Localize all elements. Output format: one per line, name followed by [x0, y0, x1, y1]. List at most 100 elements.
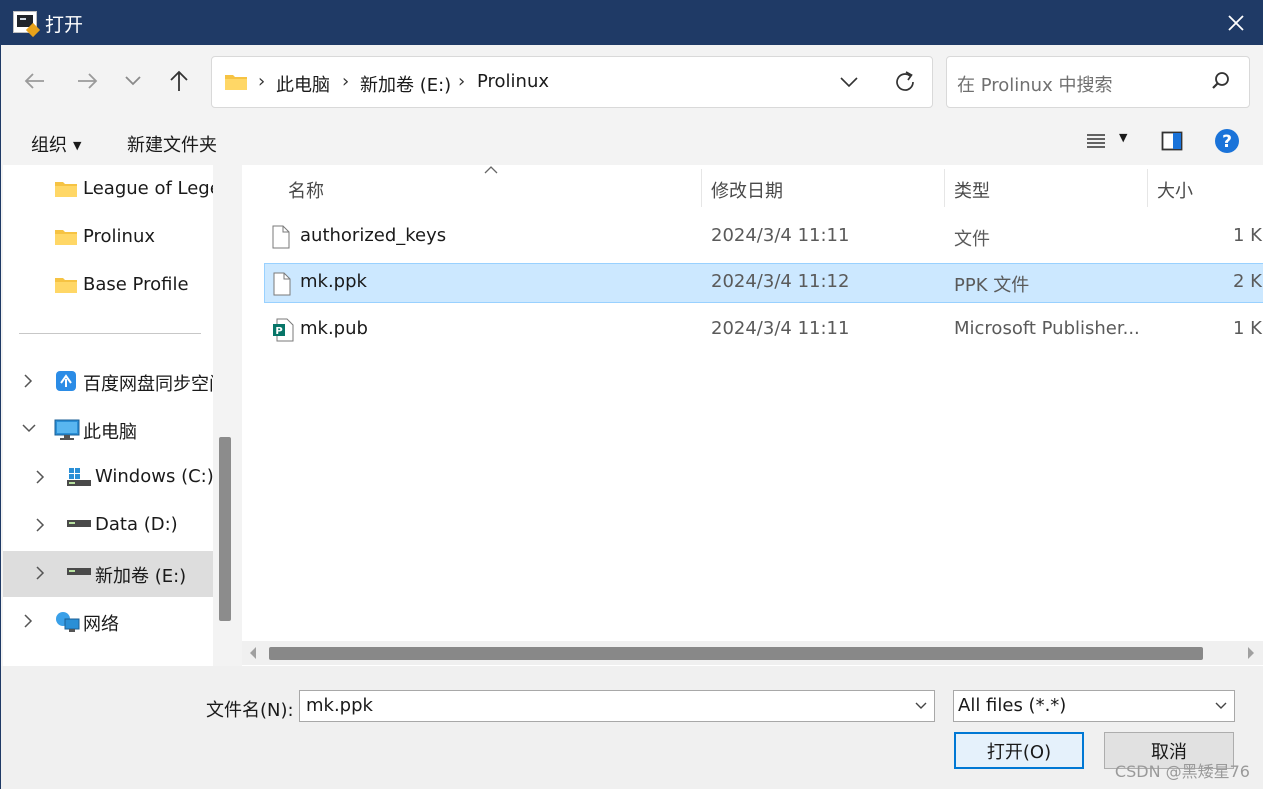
- sidebar-item-network[interactable]: 网络: [3, 599, 213, 645]
- up-button[interactable]: [161, 63, 197, 99]
- column-divider[interactable]: [1147, 169, 1148, 207]
- sidebar-item-this-pc[interactable]: 此电脑: [3, 407, 213, 453]
- breadcrumb-item[interactable]: 此电脑: [276, 71, 330, 97]
- search-icon: [1212, 72, 1229, 89]
- title-bar: 打开: [1, 1, 1263, 45]
- scroll-right-icon[interactable]: [1246, 646, 1256, 660]
- forward-button[interactable]: [69, 63, 105, 99]
- svg-text:P: P: [275, 326, 282, 337]
- column-header-type[interactable]: 类型: [954, 177, 990, 203]
- column-header-name[interactable]: 名称: [288, 177, 324, 203]
- chevron-down-icon[interactable]: [21, 423, 37, 433]
- table-row[interactable]: P mk.pub 2024/3/4 11:11 Microsoft Publis…: [264, 310, 1263, 350]
- sidebar-item-league-of-legends[interactable]: League of Legends: [3, 167, 213, 213]
- folder-icon: [55, 278, 77, 293]
- breadcrumb-item[interactable]: Prolinux: [477, 71, 549, 92]
- sidebar-item-label: 此电脑: [83, 422, 137, 443]
- column-divider[interactable]: [944, 169, 945, 207]
- address-bar[interactable]: › 此电脑 › 新加卷 (E:) › Prolinux: [211, 56, 933, 108]
- search-placeholder: 在 Prolinux 中搜索: [957, 75, 1113, 96]
- drive-icon: [67, 568, 91, 575]
- chevron-down-icon: [840, 77, 858, 88]
- file-size: 1 K: [1233, 318, 1262, 339]
- chevron-right-icon[interactable]: [23, 373, 33, 389]
- folder-icon: [225, 75, 247, 90]
- sidebar-item-label: Data (D:): [95, 514, 178, 535]
- sort-ascending-icon: [484, 166, 498, 174]
- caret-down-icon: ▼: [1119, 131, 1128, 144]
- dialog-footer: 文件名(N): mk.ppk All files (*.*) 打开(O) 取消 …: [1, 666, 1263, 789]
- column-divider[interactable]: [701, 169, 702, 207]
- address-dropdown-button[interactable]: [840, 71, 858, 98]
- arrow-left-icon: [24, 73, 44, 89]
- filetype-select[interactable]: All files (*.*): [953, 690, 1235, 722]
- column-header-size[interactable]: 大小: [1157, 177, 1193, 203]
- breadcrumb-item[interactable]: 新加卷 (E:): [360, 71, 451, 97]
- scroll-left-icon[interactable]: [248, 646, 258, 660]
- sidebar-item-label: Prolinux: [83, 226, 156, 247]
- watermark: CSDN @黑矮星76: [1114, 762, 1250, 781]
- sidebar-item-label: 新加卷 (E:): [95, 566, 187, 587]
- file-size: 2 K: [1233, 271, 1262, 292]
- filename-input[interactable]: mk.ppk: [299, 690, 935, 722]
- publisher-icon: P: [273, 318, 294, 342]
- help-button[interactable]: ?: [1214, 128, 1240, 159]
- chevron-down-icon: [125, 76, 141, 86]
- open-button[interactable]: 打开(O): [954, 732, 1084, 769]
- sidebar-item-label: League of Legends: [83, 178, 213, 199]
- chevron-right-icon[interactable]: [35, 517, 45, 533]
- file-icon: [273, 272, 291, 296]
- new-folder-button[interactable]: 新建文件夹: [127, 131, 217, 157]
- file-type: Microsoft Publisher...: [954, 318, 1140, 339]
- sidebar-scrollbar-thumb[interactable]: [219, 437, 231, 621]
- file-list: 名称 修改日期 类型 大小 authorized_keys 2024/3/4 1…: [242, 165, 1263, 666]
- sidebar-item-new-volume-e[interactable]: 新加卷 (E:): [3, 551, 213, 597]
- file-type: PPK 文件: [954, 275, 1030, 296]
- filetype-value: All files (*.*): [958, 695, 1067, 716]
- sidebar-item-label: Windows (C:): [95, 466, 213, 487]
- sidebar-divider: [19, 333, 201, 334]
- chevron-down-icon: [1215, 702, 1227, 709]
- file-icon: [272, 225, 290, 249]
- sidebar-item-data-d[interactable]: Data (D:): [3, 503, 213, 549]
- sidebar-item-baidu-netdisk[interactable]: 百度网盘同步空间: [3, 359, 213, 405]
- svg-text:?: ?: [1222, 132, 1232, 152]
- back-button[interactable]: [17, 63, 53, 99]
- table-row[interactable]: mk.ppk 2024/3/4 11:12 PPK 文件 2 K: [264, 263, 1263, 303]
- chevron-down-icon[interactable]: [914, 699, 928, 713]
- column-header-date[interactable]: 修改日期: [711, 177, 783, 203]
- organize-label: 组织: [31, 135, 67, 156]
- file-size: 1 K: [1233, 225, 1262, 246]
- search-box[interactable]: 在 Prolinux 中搜索: [946, 56, 1250, 108]
- close-icon: [1228, 15, 1244, 31]
- organize-button[interactable]: 组织 ▼: [31, 131, 81, 157]
- terminal-app-icon: [13, 11, 41, 38]
- view-options-button[interactable]: ▼: [1085, 131, 1127, 156]
- horizontal-scrollbar-thumb[interactable]: [269, 647, 1203, 660]
- windows-drive-icon: [67, 468, 91, 486]
- sidebar-item-prolinux[interactable]: Prolinux: [3, 215, 213, 261]
- chevron-right-icon[interactable]: [35, 469, 45, 485]
- recent-locations-button[interactable]: [115, 63, 151, 99]
- table-row[interactable]: authorized_keys 2024/3/4 11:11 文件 1 K: [264, 217, 1263, 257]
- breadcrumb-separator: ›: [458, 71, 466, 92]
- filename-label: 文件名(N):: [206, 700, 294, 721]
- file-name: authorized_keys: [300, 225, 447, 246]
- file-date: 2024/3/4 11:12: [711, 271, 850, 292]
- chevron-right-icon[interactable]: [35, 565, 45, 581]
- list-view-icon: [1087, 134, 1105, 148]
- sidebar-item-base-profile[interactable]: Base Profile: [3, 263, 213, 309]
- refresh-button[interactable]: [892, 69, 918, 100]
- sidebar-item-label: Base Profile: [83, 274, 189, 295]
- file-date: 2024/3/4 11:11: [711, 318, 850, 339]
- navigation-bar: › 此电脑 › 新加卷 (E:) › Prolinux 在 Prolinux 中…: [1, 45, 1263, 119]
- open-file-dialog: 打开 › 此电脑 › 新加卷 (E:) › Prolinux 在 Prolinu…: [0, 0, 1263, 789]
- window-title: 打开: [45, 14, 84, 36]
- close-button[interactable]: [1208, 1, 1263, 45]
- chevron-right-icon[interactable]: [23, 613, 33, 629]
- horizontal-scrollbar[interactable]: [242, 641, 1263, 665]
- preview-pane-button[interactable]: [1161, 131, 1183, 156]
- sidebar-item-label: 网络: [83, 614, 119, 635]
- file-date: 2024/3/4 11:11: [711, 225, 850, 246]
- sidebar-item-windows-c[interactable]: Windows (C:): [3, 455, 213, 501]
